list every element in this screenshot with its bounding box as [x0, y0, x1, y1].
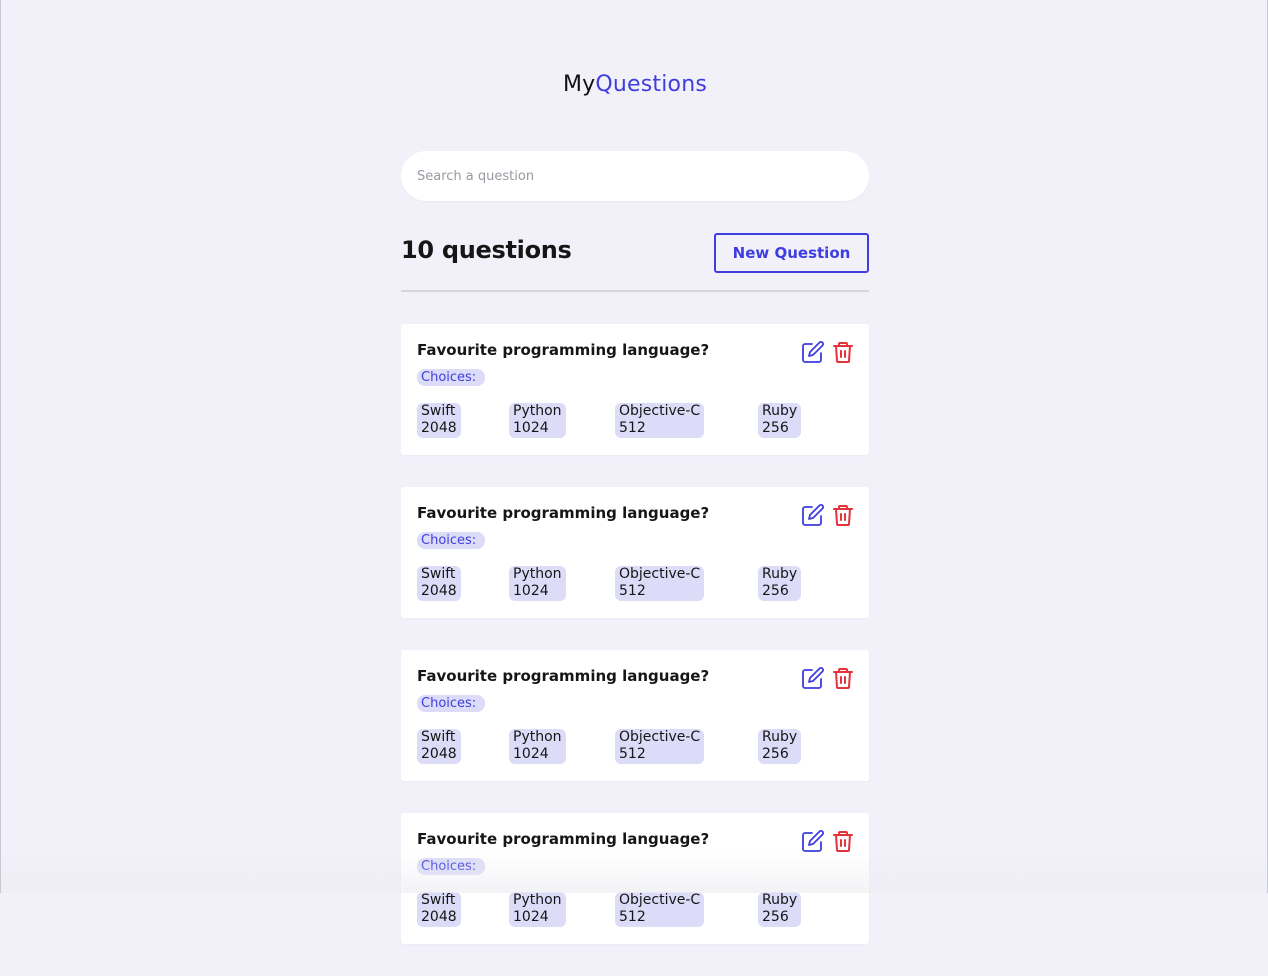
choice-votes: 256	[762, 420, 789, 436]
trash-icon[interactable]	[831, 340, 855, 364]
choice-votes: 2048	[421, 583, 457, 599]
trash-icon[interactable]	[831, 503, 855, 527]
question-card: Favourite programming language? Choices:…	[401, 487, 869, 618]
choice-votes: 256	[762, 583, 789, 599]
choice-name: Python	[513, 729, 562, 745]
edit-icon[interactable]	[801, 829, 825, 853]
choice-name: Swift	[421, 892, 456, 908]
edit-icon[interactable]	[801, 666, 825, 690]
choice-votes: 512	[619, 746, 646, 762]
choice-chip: Objective-C 512	[615, 566, 705, 601]
choice-votes: 256	[762, 909, 789, 925]
choice-votes: 1024	[513, 746, 549, 762]
app-logo: MyQuestions	[401, 72, 869, 97]
choice-votes: 2048	[421, 909, 457, 925]
choice-name: Objective-C	[619, 566, 701, 582]
choice-name: Objective-C	[619, 403, 701, 419]
choice-name: Swift	[421, 566, 456, 582]
choice-votes: 1024	[513, 583, 549, 599]
question-list: Favourite programming language? Choices:…	[401, 324, 869, 976]
choice-votes: 512	[619, 583, 646, 599]
question-card: Favourite programming language? Choices:…	[401, 650, 869, 781]
logo-questions: Questions	[595, 72, 708, 97]
choice-chip: Objective-C 512	[615, 403, 705, 438]
choice-votes: 1024	[513, 909, 549, 925]
choice-chip: Ruby 256	[758, 729, 802, 764]
choice-chip: Objective-C 512	[615, 729, 705, 764]
choice-chip: Python 1024	[509, 892, 566, 927]
new-question-button[interactable]: New Question	[714, 233, 869, 273]
choice-name: Swift	[421, 729, 456, 745]
choice-name: Objective-C	[619, 729, 701, 745]
choice-chip: Swift 2048	[417, 403, 461, 438]
choice-name: Ruby	[762, 403, 798, 419]
choice-chip: Swift 2048	[417, 566, 461, 601]
choices-label: Choices:	[417, 858, 486, 875]
choice-chip: Python 1024	[509, 729, 566, 764]
choice-votes: 2048	[421, 420, 457, 436]
question-title: Favourite programming language?	[417, 341, 710, 359]
choices-label: Choices:	[417, 532, 486, 549]
trash-icon[interactable]	[831, 666, 855, 690]
question-card: Favourite programming language? Choices:…	[401, 324, 869, 455]
choices-label: Choices:	[417, 369, 486, 386]
choice-votes: 1024	[513, 420, 549, 436]
search-input[interactable]	[401, 151, 869, 201]
choice-name: Objective-C	[619, 892, 701, 908]
choice-chip: Python 1024	[509, 403, 566, 438]
edit-icon[interactable]	[801, 340, 825, 364]
choice-chip: Objective-C 512	[615, 892, 705, 927]
choice-chip: Ruby 256	[758, 892, 802, 927]
question-title: Favourite programming language?	[417, 830, 710, 848]
choice-chip: Swift 2048	[417, 892, 461, 927]
choice-votes: 256	[762, 746, 789, 762]
trash-icon[interactable]	[831, 829, 855, 853]
choice-chip: Swift 2048	[417, 729, 461, 764]
choice-name: Ruby	[762, 566, 798, 582]
question-title: Favourite programming language?	[417, 504, 710, 522]
question-count: 10 questions	[401, 236, 572, 264]
divider	[401, 290, 869, 292]
edit-icon[interactable]	[801, 503, 825, 527]
question-card: Favourite programming language? Choices:…	[401, 813, 869, 944]
question-title: Favourite programming language?	[417, 667, 710, 685]
choice-name: Python	[513, 403, 562, 419]
choice-name: Ruby	[762, 892, 798, 908]
choice-chip: Ruby 256	[758, 403, 802, 438]
choice-name: Swift	[421, 403, 456, 419]
choice-votes: 2048	[421, 746, 457, 762]
choice-name: Ruby	[762, 729, 798, 745]
choice-votes: 512	[619, 420, 646, 436]
choice-chip: Ruby 256	[758, 566, 802, 601]
choice-votes: 512	[619, 909, 646, 925]
logo-my: My	[562, 72, 596, 97]
choice-name: Python	[513, 892, 562, 908]
choice-name: Python	[513, 566, 562, 582]
choices-label: Choices:	[417, 695, 486, 712]
choice-chip: Python 1024	[509, 566, 566, 601]
